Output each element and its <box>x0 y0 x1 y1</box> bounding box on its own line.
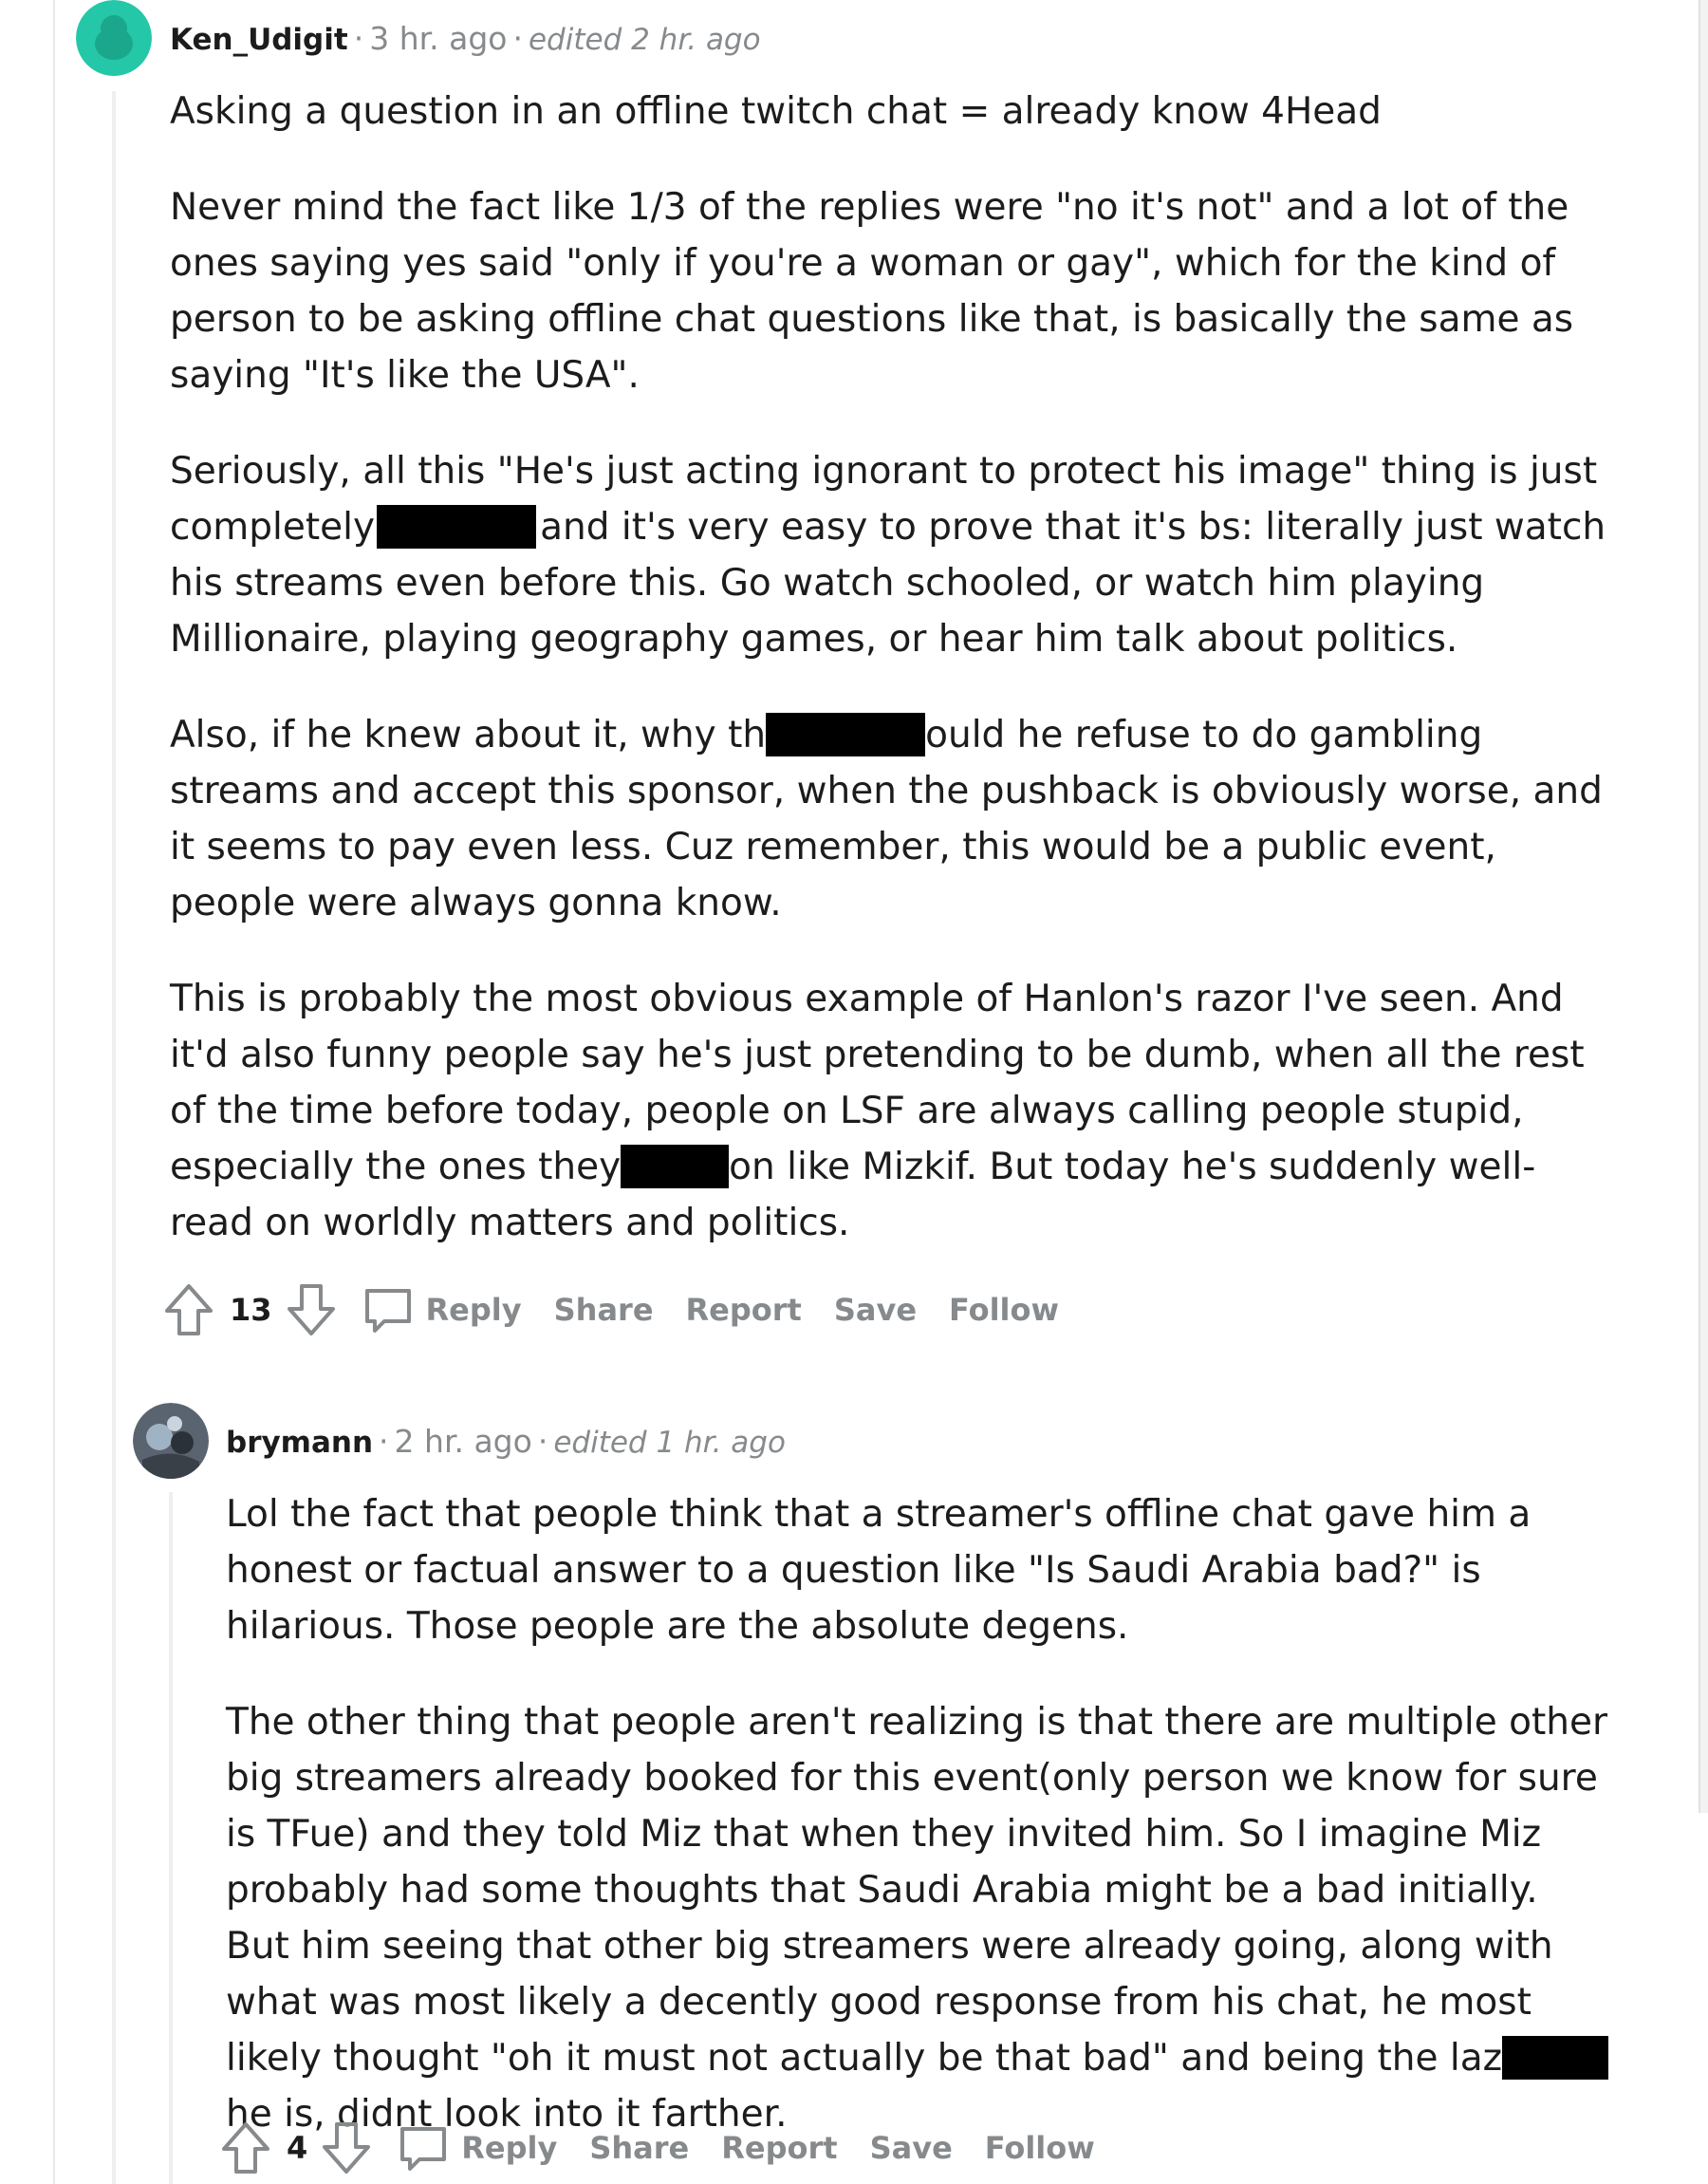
comment-actions: 4 Reply Share Report Save Follow <box>220 2119 1095 2176</box>
downvote-icon[interactable] <box>286 1282 337 1337</box>
comment-paragraph: Seriously, all this "He's just acting ig… <box>170 450 1606 661</box>
panel-border <box>53 0 55 2184</box>
save-button[interactable]: Save <box>834 1292 917 1328</box>
comment-paragraph: Never mind the fact like 1/3 of the repl… <box>170 186 1574 397</box>
comment-icon[interactable] <box>362 1283 415 1336</box>
timestamp[interactable]: 3 hr. ago <box>369 20 507 57</box>
vote-count: 13 <box>230 1292 272 1328</box>
report-button[interactable]: Report <box>686 1292 802 1328</box>
report-button[interactable]: Report <box>721 2130 837 2166</box>
follow-button[interactable]: Follow <box>949 1292 1059 1328</box>
collapse-thread-line[interactable] <box>169 1492 173 2184</box>
share-button[interactable]: Share <box>554 1292 654 1328</box>
redaction-box <box>377 505 537 549</box>
avatar[interactable] <box>133 1403 209 1479</box>
scrollbar[interactable] <box>1699 0 1708 1813</box>
redaction-box <box>766 713 926 756</box>
comment-paragraph: This is probably the most obvious exampl… <box>170 978 1585 1244</box>
edited-label: edited 2 hr. ago <box>528 23 761 57</box>
save-button[interactable]: Save <box>870 2130 953 2166</box>
comment-actions: 13 Reply Share Report Save Follow <box>163 1281 1059 1338</box>
comment-paragraph: Asking a question in an offline twitch c… <box>170 90 1382 133</box>
comment-paragraph: Lol the fact that people think that a st… <box>226 1493 1532 1648</box>
comment-paragraph: Also, if he knew about it, why th ould he… <box>170 713 1603 924</box>
reply-button[interactable]: Reply <box>461 2130 557 2166</box>
avatar[interactable] <box>76 0 152 76</box>
follow-button[interactable]: Follow <box>985 2130 1095 2166</box>
comment-body: Asking a question in an offline twitch c… <box>170 84 1612 1291</box>
comment-thread: Ken_Udigit · 3 hr. ago · edited 2 hr. ago As… <box>0 0 1708 2184</box>
comment-meta: Ken_Udigit · 3 hr. ago · edited 2 hr. ago <box>170 20 761 57</box>
comment-meta: brymann · 2 hr. ago · edited 1 hr. ago <box>226 1423 786 1460</box>
reply-button[interactable]: Reply <box>426 1292 522 1328</box>
comment-icon[interactable] <box>397 2121 450 2175</box>
edited-label: edited 1 hr. ago <box>553 1426 786 1460</box>
vote-count: 4 <box>287 2130 308 2166</box>
user-avatar-icon <box>133 1403 209 1479</box>
upvote-icon[interactable] <box>220 2120 271 2175</box>
username[interactable]: Ken_Udigit <box>170 23 348 57</box>
redaction-box <box>621 1145 730 1188</box>
downvote-icon[interactable] <box>321 2120 372 2175</box>
comment-body: Lol the fact that people think that a st… <box>226 1486 1611 2182</box>
collapse-thread-line[interactable] <box>112 91 116 2184</box>
snoo-avatar-icon <box>76 0 152 76</box>
upvote-icon[interactable] <box>163 1282 214 1337</box>
timestamp[interactable]: 2 hr. ago <box>395 1423 532 1460</box>
comment-paragraph: The other thing that people aren't reali… <box>226 1701 1609 2136</box>
redaction-box <box>1502 2036 1609 2080</box>
username[interactable]: brymann <box>226 1426 373 1460</box>
share-button[interactable]: Share <box>589 2130 689 2166</box>
